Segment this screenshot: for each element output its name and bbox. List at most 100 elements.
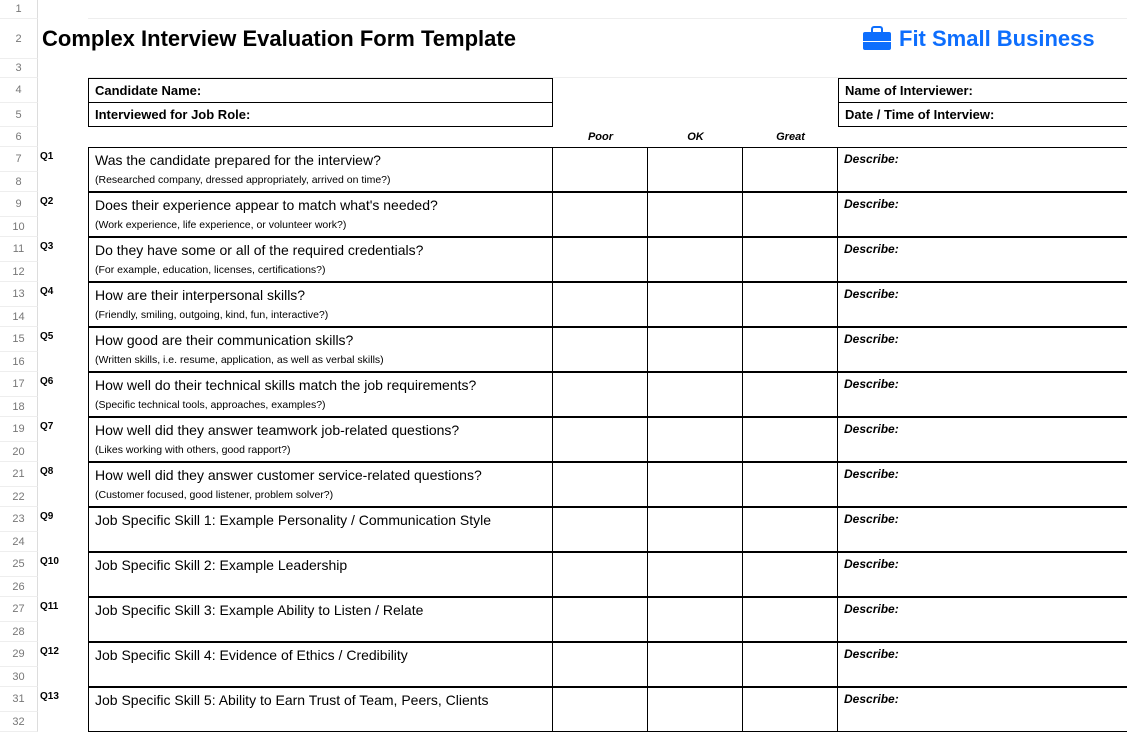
spreadsheet-grid: 12Complex Interview Evaluation Form Temp… <box>0 0 1127 732</box>
question-number: Q4 <box>38 282 88 307</box>
rating-cell-ok[interactable] <box>648 462 743 507</box>
rating-cell-poor[interactable] <box>553 327 648 372</box>
rating-cell-great[interactable] <box>743 372 838 417</box>
rating-cell-great[interactable] <box>743 417 838 462</box>
rating-cell-great[interactable] <box>743 147 838 192</box>
interviewer-name-field[interactable]: Name of Interviewer: <box>838 78 1127 103</box>
rating-cell-great[interactable] <box>743 282 838 327</box>
row-header: 15 <box>0 327 38 352</box>
row-header: 23 <box>0 507 38 532</box>
rating-cell-great[interactable] <box>743 552 838 597</box>
row-header: 16 <box>0 352 38 372</box>
rating-cell-poor[interactable] <box>553 282 648 327</box>
question-text: Was the candidate prepared for the inter… <box>88 147 553 172</box>
describe-cell[interactable]: Describe: <box>838 597 1127 642</box>
question-number: Q7 <box>38 417 88 442</box>
rating-cell-ok[interactable] <box>648 552 743 597</box>
rating-cell-great[interactable] <box>743 642 838 687</box>
row-header: 2 <box>0 19 38 59</box>
describe-cell[interactable]: Describe: <box>838 282 1127 327</box>
rating-cell-poor[interactable] <box>553 687 648 732</box>
row-header: 6 <box>0 127 38 147</box>
describe-cell[interactable]: Describe: <box>838 552 1127 597</box>
row-header: 32 <box>0 712 38 732</box>
rating-cell-great[interactable] <box>743 462 838 507</box>
rating-cell-ok[interactable] <box>648 687 743 732</box>
row-header: 30 <box>0 667 38 687</box>
rating-cell-great[interactable] <box>743 192 838 237</box>
skill-blank-row <box>88 622 553 642</box>
skill-text: Job Specific Skill 5: Ability to Earn Tr… <box>88 687 553 712</box>
question-hint: (Specific technical tools, approaches, e… <box>88 397 553 417</box>
describe-cell[interactable]: Describe: <box>838 372 1127 417</box>
row-header: 20 <box>0 442 38 462</box>
describe-cell[interactable]: Describe: <box>838 687 1127 732</box>
rating-cell-great[interactable] <box>743 597 838 642</box>
rating-cell-poor[interactable] <box>553 147 648 192</box>
rating-header-great: Great <box>743 127 838 147</box>
question-text: How well did they answer customer servic… <box>88 462 553 487</box>
row-header: 31 <box>0 687 38 712</box>
rating-cell-ok[interactable] <box>648 237 743 282</box>
row-header: 1 <box>0 0 38 19</box>
datetime-field[interactable]: Date / Time of Interview: <box>838 103 1127 127</box>
rating-cell-ok[interactable] <box>648 282 743 327</box>
rating-cell-poor[interactable] <box>553 642 648 687</box>
rating-cell-ok[interactable] <box>648 642 743 687</box>
question-text: Do they have some or all of the required… <box>88 237 553 262</box>
row-header: 29 <box>0 642 38 667</box>
row-header: 14 <box>0 307 38 327</box>
rating-cell-ok[interactable] <box>648 147 743 192</box>
rating-cell-ok[interactable] <box>648 327 743 372</box>
job-role-field[interactable]: Interviewed for Job Role: <box>88 103 553 127</box>
rating-cell-poor[interactable] <box>553 552 648 597</box>
rating-cell-ok[interactable] <box>648 507 743 552</box>
describe-cell[interactable]: Describe: <box>838 237 1127 282</box>
describe-cell[interactable]: Describe: <box>838 417 1127 462</box>
rating-cell-poor[interactable] <box>553 507 648 552</box>
row-header: 24 <box>0 532 38 552</box>
describe-cell[interactable]: Describe: <box>838 642 1127 687</box>
logo-text: Fit Small Business <box>899 26 1095 52</box>
rating-cell-ok[interactable] <box>648 192 743 237</box>
describe-cell[interactable]: Describe: <box>838 147 1127 192</box>
rating-cell-poor[interactable] <box>553 417 648 462</box>
describe-cell[interactable]: Describe: <box>838 327 1127 372</box>
skill-text: Job Specific Skill 4: Evidence of Ethics… <box>88 642 553 667</box>
describe-cell[interactable]: Describe: <box>838 507 1127 552</box>
rating-cell-poor[interactable] <box>553 192 648 237</box>
page-title: Complex Interview Evaluation Form Templa… <box>38 19 553 59</box>
candidate-name-field[interactable]: Candidate Name: <box>88 78 553 103</box>
row-header: 25 <box>0 552 38 577</box>
row-header: 8 <box>0 172 38 192</box>
rating-cell-ok[interactable] <box>648 372 743 417</box>
rating-cell-poor[interactable] <box>553 462 648 507</box>
rating-cell-poor[interactable] <box>553 372 648 417</box>
rating-cell-poor[interactable] <box>553 597 648 642</box>
rating-cell-great[interactable] <box>743 237 838 282</box>
skill-blank-row <box>88 577 553 597</box>
describe-cell[interactable]: Describe: <box>838 192 1127 237</box>
question-number: Q9 <box>38 507 88 532</box>
question-number: Q6 <box>38 372 88 397</box>
describe-cell[interactable]: Describe: <box>838 462 1127 507</box>
row-header: 11 <box>0 237 38 262</box>
rating-cell-ok[interactable] <box>648 597 743 642</box>
question-hint: (For example, education, licenses, certi… <box>88 262 553 282</box>
question-hint: (Friendly, smiling, outgoing, kind, fun,… <box>88 307 553 327</box>
skill-blank-row <box>88 667 553 687</box>
question-number: Q5 <box>38 327 88 352</box>
rating-cell-great[interactable] <box>743 507 838 552</box>
rating-cell-great[interactable] <box>743 327 838 372</box>
row-header: 9 <box>0 192 38 217</box>
rating-header-poor: Poor <box>553 127 648 147</box>
question-number: Q1 <box>38 147 88 172</box>
question-hint: (Written skills, i.e. resume, applicatio… <box>88 352 553 372</box>
briefcase-icon <box>863 28 891 50</box>
question-text: How well do their technical skills match… <box>88 372 553 397</box>
rating-cell-ok[interactable] <box>648 417 743 462</box>
rating-cell-poor[interactable] <box>553 237 648 282</box>
question-number: Q2 <box>38 192 88 217</box>
rating-cell-great[interactable] <box>743 687 838 732</box>
question-number: Q10 <box>38 552 88 577</box>
